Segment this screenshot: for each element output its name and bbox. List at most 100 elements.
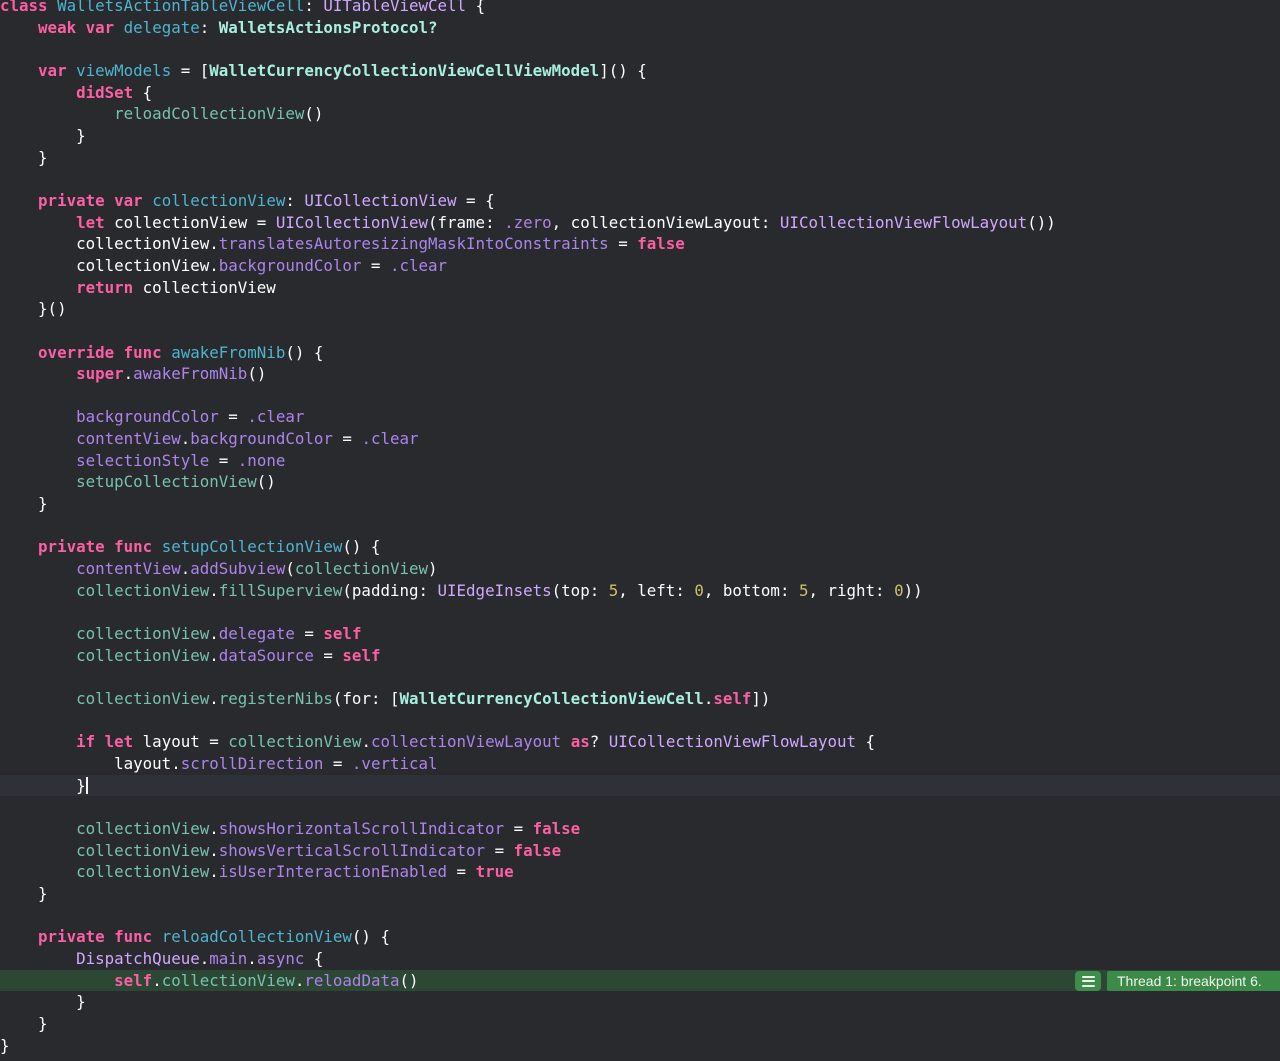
code-token: collectionView — [76, 689, 210, 708]
code-line[interactable]: collectionView.translatesAutoresizingMas… — [0, 233, 1280, 255]
code-token: ( — [285, 559, 295, 579]
code-line[interactable]: } — [0, 883, 1280, 905]
code-token: WalletCurrencyCollectionViewCellViewMode… — [209, 60, 600, 80]
code-line[interactable]: reloadCollectionView() — [0, 103, 1280, 125]
code-line[interactable] — [0, 38, 1280, 60]
code-token: super — [76, 364, 124, 384]
code-area[interactable]: class WalletsActionTableViewCell: UITabl… — [0, 0, 1280, 1056]
code-line[interactable]: override func awakeFromNib() { — [0, 342, 1280, 364]
code-token: . — [199, 948, 210, 968]
code-line[interactable] — [0, 168, 1280, 190]
code-token: { — [133, 82, 153, 102]
code-line[interactable] — [0, 385, 1280, 407]
code-line[interactable]: } — [0, 1035, 1280, 1057]
code-token: collectionView — [76, 862, 210, 882]
code-token: ()) — [1027, 212, 1056, 232]
code-token: WalletsActionsProtocol? — [218, 17, 438, 37]
code-line[interactable]: private var collectionView: UICollection… — [0, 190, 1280, 212]
code-line[interactable]: var viewModels = [WalletCurrencyCollecti… — [0, 60, 1280, 82]
code-token: registerNibs — [218, 689, 333, 708]
code-token: backgroundColor — [190, 429, 333, 449]
code-line[interactable]: } — [0, 1013, 1280, 1035]
code-line[interactable]: }() — [0, 298, 1280, 320]
code-line[interactable]: } — [0, 774, 1280, 797]
code-token: reloadCollectionView — [161, 927, 352, 947]
code-line[interactable]: collectionView.showsHorizontalScrollIndi… — [0, 818, 1280, 840]
code-line[interactable]: } — [0, 991, 1280, 1013]
code-token: backgroundColor — [218, 255, 362, 275]
code-token: private var — [38, 190, 153, 210]
code-token: = — [447, 862, 476, 882]
code-line[interactable]: } — [0, 493, 1280, 515]
code-line[interactable]: } — [0, 125, 1280, 147]
breakpoint-annotation-badge[interactable] — [1075, 971, 1101, 991]
code-line[interactable]: contentView.backgroundColor = .clear — [0, 428, 1280, 450]
code-line[interactable]: collectionView.backgroundColor = .clear — [0, 255, 1280, 277]
code-line[interactable]: super.awakeFromNib() — [0, 363, 1280, 385]
code-token: .clear — [247, 407, 305, 427]
code-token: awakeFromNib — [171, 342, 286, 362]
code-line[interactable]: collectionView.showsVerticalScrollIndica… — [0, 840, 1280, 862]
code-token: , right: — [808, 580, 895, 600]
code-token: , bottom: — [703, 580, 799, 600]
code-token: () — [256, 472, 276, 492]
code-line[interactable]: backgroundColor = .clear — [0, 406, 1280, 428]
code-line[interactable]: collectionView.isUserInteractionEnabled … — [0, 861, 1280, 883]
code-token: showsVerticalScrollIndicator — [218, 840, 486, 860]
code-line[interactable]: collectionView.fillSuperview(padding: UI… — [0, 580, 1280, 602]
code-token: collectionView — [76, 840, 210, 860]
code-line[interactable]: private func reloadCollectionView() { — [0, 926, 1280, 948]
breakpoint-banner[interactable]: Thread 1: breakpoint 6. — [1107, 971, 1280, 991]
code-token: . — [703, 689, 714, 708]
code-token: reloadData — [304, 970, 400, 990]
code-line[interactable] — [0, 905, 1280, 927]
code-editor[interactable]: class WalletsActionTableViewCell: UITabl… — [0, 0, 1280, 1061]
code-line[interactable]: layout.scrollDirection = .vertical — [0, 753, 1280, 775]
code-line[interactable]: return collectionView — [0, 277, 1280, 299]
code-line[interactable]: collectionView.delegate = self — [0, 623, 1280, 645]
code-token: . — [209, 689, 219, 708]
code-line[interactable] — [0, 666, 1280, 688]
code-line[interactable]: collectionView.registerNibs(for: [Wallet… — [0, 688, 1280, 710]
code-line[interactable]: setupCollectionView() — [0, 471, 1280, 493]
code-token: isUserInteractionEnabled — [218, 862, 448, 882]
code-token: addSubview — [190, 559, 286, 579]
code-line[interactable]: private func setupCollectionView() { — [0, 536, 1280, 558]
code-token: UIEdgeInsets — [437, 580, 552, 600]
code-line[interactable] — [0, 601, 1280, 623]
code-line[interactable]: collectionView.dataSource = self — [0, 645, 1280, 667]
code-token: let — [76, 212, 115, 232]
code-line[interactable]: didSet { — [0, 82, 1280, 104]
code-line[interactable] — [0, 320, 1280, 342]
code-token: main — [209, 948, 248, 968]
code-token: contentView — [76, 429, 181, 449]
code-line[interactable] — [0, 515, 1280, 537]
code-line[interactable] — [0, 796, 1280, 818]
code-line[interactable]: weak var delegate: WalletsActionsProtoco… — [0, 17, 1280, 39]
code-line[interactable]: } — [0, 147, 1280, 169]
code-line[interactable]: selectionStyle = .none — [0, 450, 1280, 472]
code-line[interactable]: class WalletsActionTableViewCell: UITabl… — [0, 0, 1280, 17]
code-token: collectionView — [76, 818, 210, 838]
code-line[interactable]: if let layout = collectionView.collectio… — [0, 731, 1280, 753]
code-token: } — [0, 1013, 48, 1033]
code-token: UICollectionViewFlowLayout — [608, 732, 857, 752]
code-token: collectionView — [152, 190, 286, 210]
code-token: private func — [38, 537, 162, 557]
code-line[interactable]: DispatchQueue.main.async { — [0, 948, 1280, 970]
code-token: { — [304, 948, 324, 968]
code-token: 0 — [894, 580, 904, 600]
code-token: contentView — [76, 559, 181, 579]
code-token: override func — [38, 342, 172, 362]
code-line[interactable]: contentView.addSubview(collectionView) — [0, 558, 1280, 580]
code-line[interactable] — [0, 710, 1280, 732]
code-line[interactable]: let collectionView = UICollectionView(fr… — [0, 212, 1280, 234]
